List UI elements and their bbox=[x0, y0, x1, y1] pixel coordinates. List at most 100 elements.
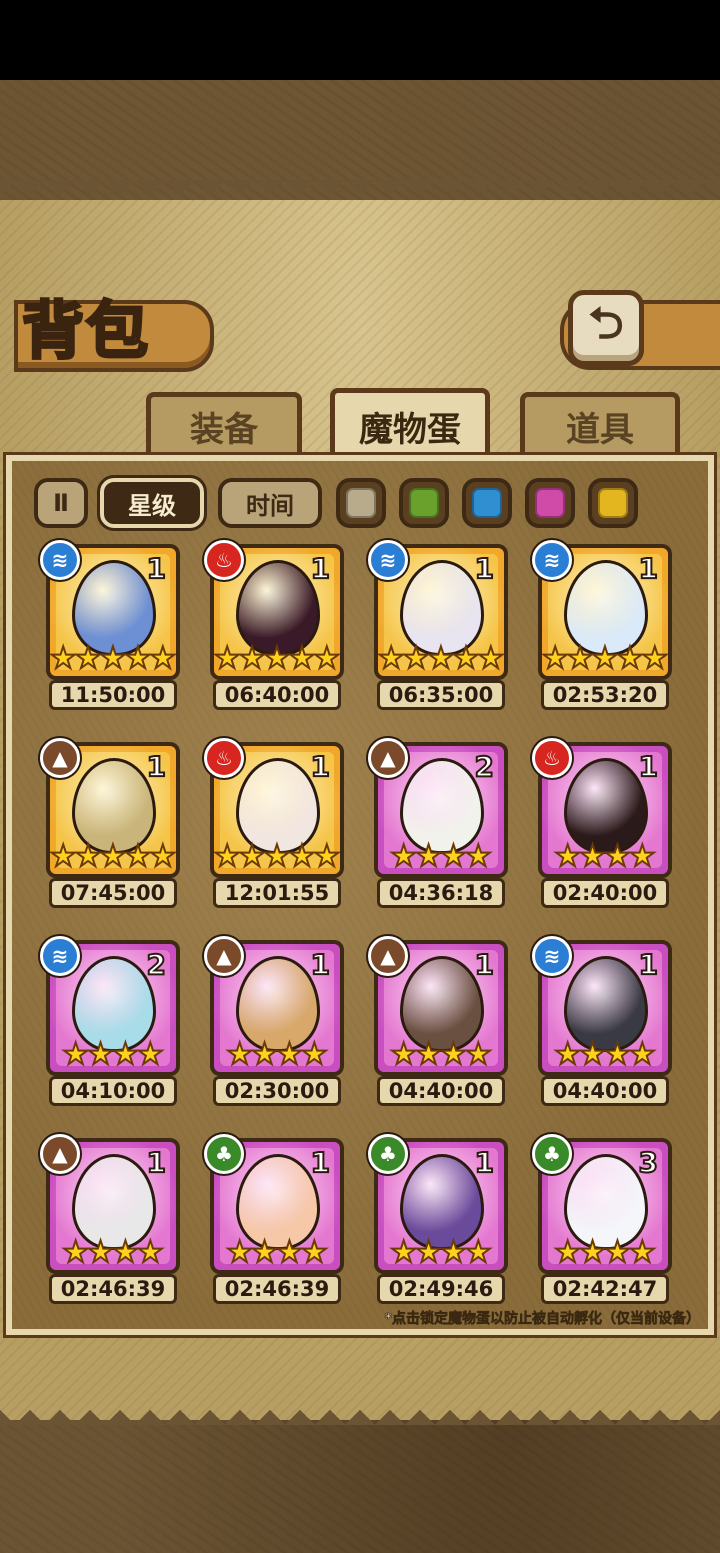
color-swatch-icon bbox=[409, 488, 439, 518]
star-icon: ★ bbox=[389, 1235, 418, 1270]
star-icon: ★ bbox=[414, 1235, 443, 1270]
star-icon: ★ bbox=[603, 1235, 632, 1270]
scroll-bottom-edge bbox=[0, 1395, 720, 1425]
tab-equipment[interactable]: 装备 bbox=[146, 392, 302, 456]
color-swatch-icon bbox=[346, 488, 376, 518]
star-rating: ★ ★ ★ ★ ★ bbox=[213, 641, 340, 676]
egg-count: 1 bbox=[309, 551, 331, 586]
pause-toggle-button[interactable]: Ⅱ bbox=[34, 478, 88, 528]
egg-count: 3 bbox=[637, 1145, 659, 1180]
earth-element-icon: ▲ bbox=[204, 936, 244, 976]
hatch-timer: 07:45:00 bbox=[49, 878, 177, 908]
hatch-timer: 12:01:55 bbox=[213, 878, 341, 908]
sort-time-label: 时间 bbox=[246, 491, 294, 520]
hatch-timer: 02:42:47 bbox=[541, 1274, 669, 1304]
star-icon: ★ bbox=[566, 641, 595, 676]
star-rating: ★ ★ ★ ★ bbox=[50, 1037, 176, 1072]
star-icon: ★ bbox=[439, 1235, 468, 1270]
star-icon: ★ bbox=[553, 1037, 582, 1072]
star-icon: ★ bbox=[123, 641, 152, 676]
star-rating: ★ ★ ★ ★ bbox=[542, 839, 668, 874]
star-icon: ★ bbox=[238, 839, 267, 874]
color-filter-green[interactable] bbox=[399, 478, 449, 528]
star-icon: ★ bbox=[300, 1037, 329, 1072]
egg-count: 1 bbox=[637, 749, 659, 784]
water-element-icon: ≋ bbox=[40, 540, 80, 580]
hatch-timer: 04:40:00 bbox=[377, 1076, 505, 1106]
star-icon: ★ bbox=[312, 839, 341, 874]
color-filter-yellow[interactable] bbox=[588, 478, 638, 528]
hatch-timer: 04:10:00 bbox=[49, 1076, 177, 1106]
earth-element-icon: ▲ bbox=[40, 1134, 80, 1174]
star-icon: ★ bbox=[389, 1037, 418, 1072]
fire-element-icon: ♨ bbox=[204, 738, 244, 778]
star-icon: ★ bbox=[476, 641, 505, 676]
egg-count: 1 bbox=[145, 749, 167, 784]
star-icon: ★ bbox=[238, 641, 267, 676]
star-icon: ★ bbox=[628, 1037, 657, 1072]
back-button[interactable]: ⮌ bbox=[568, 290, 644, 366]
star-icon: ★ bbox=[414, 1037, 443, 1072]
hatch-timer: 11:50:00 bbox=[49, 680, 177, 710]
egg-count: 1 bbox=[637, 947, 659, 982]
egg-count: 1 bbox=[309, 749, 331, 784]
wood-element-icon: ♣ bbox=[368, 1134, 408, 1174]
star-icon: ★ bbox=[402, 641, 431, 676]
star-icon: ★ bbox=[136, 1037, 165, 1072]
star-icon: ★ bbox=[287, 641, 316, 676]
hatch-timer: 02:46:39 bbox=[49, 1274, 177, 1304]
star-icon: ★ bbox=[213, 641, 242, 676]
star-icon: ★ bbox=[263, 839, 292, 874]
star-rating: ★ ★ ★ ★ bbox=[378, 841, 504, 873]
star-icon: ★ bbox=[61, 1037, 90, 1072]
star-icon: ★ bbox=[541, 641, 570, 676]
star-icon: ★ bbox=[111, 1235, 140, 1270]
sort-by-time-button[interactable]: 时间 bbox=[218, 478, 322, 528]
egg-count: 1 bbox=[145, 551, 167, 586]
wood-element-icon: ♣ bbox=[204, 1134, 244, 1174]
star-icon: ★ bbox=[148, 641, 177, 676]
star-icon: ★ bbox=[148, 839, 177, 874]
status-bar bbox=[0, 0, 720, 80]
color-filter-gray[interactable] bbox=[336, 478, 386, 528]
hatch-timer: 06:40:00 bbox=[213, 680, 341, 710]
color-filter-pink[interactable] bbox=[525, 478, 575, 528]
star-icon: ★ bbox=[225, 1037, 254, 1072]
star-icon: ★ bbox=[225, 1235, 254, 1270]
star-icon: ★ bbox=[300, 1235, 329, 1270]
hatch-timer: 04:36:18 bbox=[377, 878, 505, 908]
water-element-icon: ≋ bbox=[368, 540, 408, 580]
tab-label: 道具 bbox=[566, 410, 634, 450]
hatch-timer: 04:40:00 bbox=[541, 1076, 669, 1106]
star-icon: ★ bbox=[250, 1037, 279, 1072]
egg-count: 1 bbox=[473, 551, 495, 586]
star-rating: ★ ★ ★ ★ bbox=[50, 1235, 176, 1270]
fire-element-icon: ♨ bbox=[532, 738, 572, 778]
star-rating: ★ ★ ★ ★ ★ bbox=[214, 839, 341, 874]
star-rating: ★ ★ ★ ★ ★ bbox=[378, 641, 505, 676]
star-rating: ★ ★ ★ ★ bbox=[214, 1037, 340, 1072]
egg-count: 1 bbox=[473, 1145, 495, 1180]
star-icon: ★ bbox=[628, 1235, 657, 1270]
star-icon: ★ bbox=[439, 1037, 468, 1072]
star-icon: ★ bbox=[275, 1235, 304, 1270]
lock-hint-text: *点击锁定魔物蛋以防止被自动孵化（仅当前设备） bbox=[384, 1311, 700, 1328]
tab-items[interactable]: 道具 bbox=[520, 392, 680, 456]
color-swatch-icon bbox=[472, 488, 502, 518]
sort-by-star-button[interactable]: 星级 bbox=[97, 475, 207, 531]
star-rating: ★ ★ ★ ★ ★ bbox=[50, 839, 177, 874]
star-icon: ★ bbox=[553, 839, 582, 874]
star-icon: ★ bbox=[451, 641, 480, 676]
egg-count: 2 bbox=[473, 749, 495, 784]
tab-label: 装备 bbox=[190, 410, 258, 450]
page-title: 背包 bbox=[20, 293, 151, 369]
star-icon: ★ bbox=[464, 1235, 493, 1270]
hatch-timer: 02:49:46 bbox=[377, 1274, 505, 1304]
hatch-timer: 06:35:00 bbox=[377, 680, 505, 710]
star-icon: ★ bbox=[99, 641, 128, 676]
hatch-timer: 02:40:00 bbox=[541, 878, 669, 908]
star-icon: ★ bbox=[263, 641, 292, 676]
star-icon: ★ bbox=[111, 1037, 140, 1072]
tab-monster-eggs[interactable]: 魔物蛋 bbox=[330, 388, 490, 460]
color-filter-blue[interactable] bbox=[462, 478, 512, 528]
